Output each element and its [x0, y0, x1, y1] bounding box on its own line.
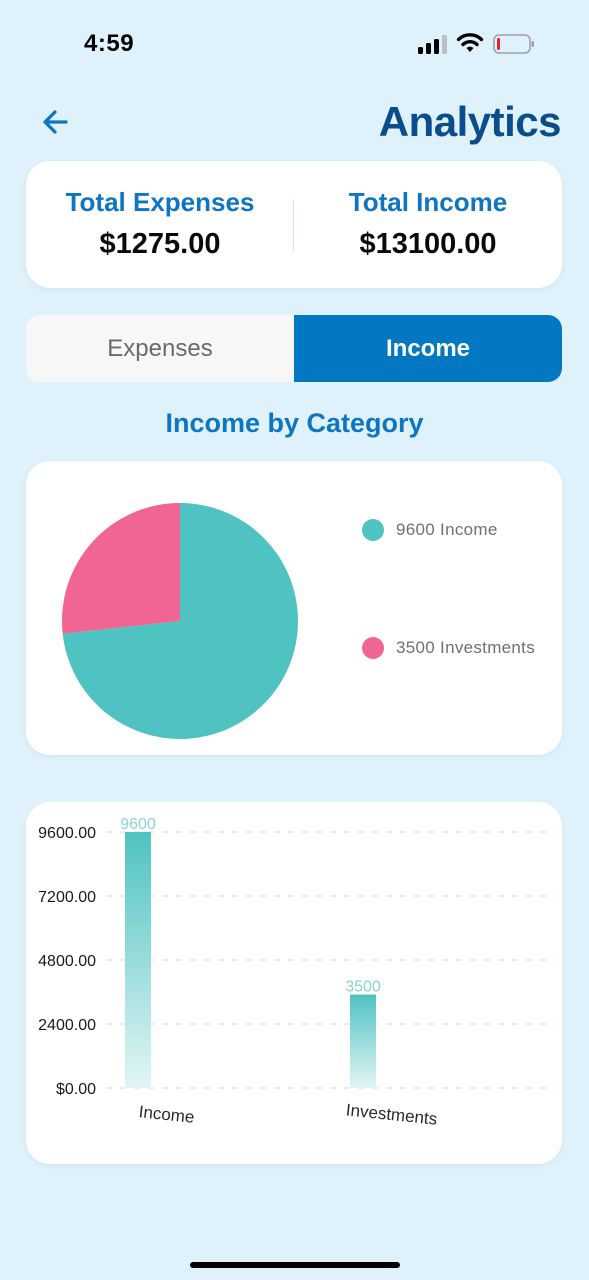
bar-value-label: 9600: [120, 816, 156, 833]
y-tick-label: 9600.00: [38, 825, 96, 842]
y-tick-label: $0.00: [56, 1081, 96, 1098]
total-income-value: $13100.00: [359, 228, 497, 260]
status-bar: 4:59: [0, 0, 589, 90]
total-income-label: Total Income: [348, 187, 508, 217]
legend-item-income: 9600 Income: [362, 519, 498, 541]
totals-card: Total Expenses $1275.00 Total Income $13…: [26, 161, 562, 288]
wifi-icon: [456, 33, 484, 52]
legend-label-income: 9600 Income: [396, 520, 498, 539]
legend-dot-investments: [362, 637, 384, 659]
signal-icon: [418, 34, 448, 54]
y-tick-label: 2400.00: [38, 1017, 96, 1034]
y-tick-label: 4800.00: [38, 953, 96, 970]
home-indicator: [190, 1262, 400, 1268]
bar-value-label: 3500: [345, 979, 381, 996]
bar-chart-card: $0.00 2400.00 4800.00 7200.00 9600.00 9600 Inc…: [26, 802, 562, 1164]
legend-label-investments: 3500 Investments: [396, 638, 535, 657]
pie-chart-card: 9600 Income 3500 Investments: [26, 461, 562, 755]
total-expenses-label: Total Expenses: [65, 187, 255, 217]
tab-income[interactable]: Income: [294, 315, 562, 382]
back-button[interactable]: [36, 104, 76, 140]
x-tick-label: Income: [138, 1102, 195, 1127]
total-income: Total Income $13100.00: [294, 187, 562, 261]
header: Analytics: [0, 90, 589, 160]
total-expenses-value: $1275.00: [99, 228, 221, 260]
legend-item-investments: 3500 Investments: [362, 637, 535, 659]
y-tick-label: 7200.00: [38, 889, 96, 906]
total-expenses: Total Expenses $1275.00: [26, 187, 294, 261]
status-time: 4:59: [84, 30, 135, 57]
page-title: Analytics: [378, 98, 562, 145]
pie-slice-investments: [62, 503, 180, 634]
pie-chart: [62, 503, 298, 739]
section-title: Income by Category: [165, 408, 424, 438]
bar-income: [125, 832, 151, 1088]
bar-investments: [350, 994, 376, 1088]
type-toggle: Expenses Income: [26, 315, 562, 382]
legend-dot-income: [362, 519, 384, 541]
battery-icon: [493, 34, 534, 54]
arrow-left-icon: [43, 110, 68, 134]
tab-expenses[interactable]: Expenses: [26, 315, 294, 382]
bar-chart: $0.00 2400.00 4800.00 7200.00 9600.00 9600 Inc…: [38, 816, 556, 1129]
x-tick-label: Investments: [345, 1100, 438, 1128]
